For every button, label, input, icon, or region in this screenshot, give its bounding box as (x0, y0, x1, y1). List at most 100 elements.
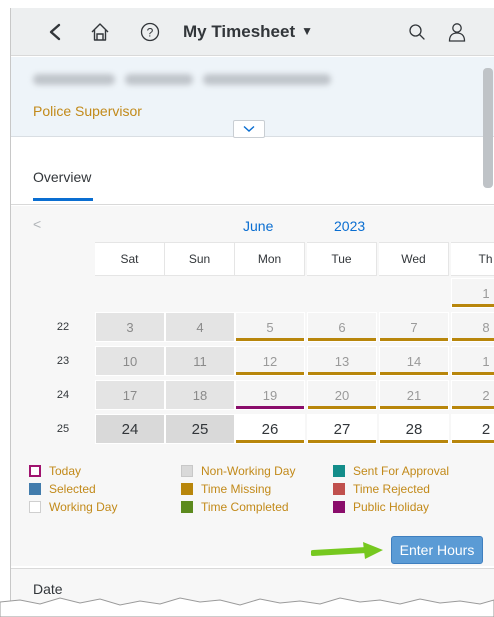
legend-sent-for-approval: Sent For Approval (333, 464, 449, 478)
calendar-day[interactable]: 11 (165, 346, 235, 376)
expand-header-button[interactable] (233, 120, 265, 138)
day-number: 12 (262, 353, 278, 369)
day-number: 1 (482, 285, 490, 301)
back-icon[interactable] (41, 8, 69, 56)
legend-working-day: Working Day (29, 500, 117, 514)
legend-label: Sent For Approval (353, 464, 450, 478)
legend-time-missing: Time Missing (181, 482, 271, 496)
calendar-day[interactable]: 8 (451, 312, 494, 342)
calendar-day-empty (235, 278, 305, 308)
working-day-swatch (29, 501, 41, 513)
calendar-day[interactable]: 27 (307, 414, 377, 444)
chevron-down-icon (243, 125, 255, 132)
legend-time-rejected: Time Rejected (333, 482, 430, 496)
caret-down-icon: ▼ (301, 24, 314, 38)
day-number: 8 (482, 319, 490, 335)
time-completed-swatch (181, 501, 193, 513)
day-number: 21 (406, 387, 422, 403)
calendar-day[interactable]: 4 (165, 312, 235, 342)
today-swatch (29, 465, 41, 477)
calendar-day[interactable]: 13 (307, 346, 377, 376)
time-missing-indicator (308, 338, 376, 341)
month-selector[interactable]: June (243, 218, 273, 234)
day-number: 19 (262, 387, 278, 403)
legend-label: Today (49, 464, 82, 478)
time-missing-indicator (380, 338, 448, 341)
legend-label: Time Completed (201, 500, 289, 514)
home-icon[interactable] (85, 8, 115, 56)
week-number: 22 (56, 321, 70, 333)
calendar-day[interactable]: 18 (165, 380, 235, 410)
time-missing-indicator (452, 304, 494, 307)
calendar-day-empty (307, 278, 377, 308)
day-number: 26 (261, 420, 279, 438)
weekday-header: Sat (95, 242, 165, 276)
torn-edge (0, 597, 494, 617)
help-icon[interactable]: ? (135, 8, 165, 56)
search-icon[interactable] (404, 8, 430, 56)
public-holiday-indicator (236, 406, 304, 409)
calendar-day[interactable]: 7 (379, 312, 449, 342)
time-missing-indicator (452, 372, 494, 375)
user-icon[interactable] (444, 8, 470, 56)
day-number: 7 (410, 319, 418, 335)
calendar-day[interactable]: 24 (95, 414, 165, 444)
tab-bar: Overview (11, 139, 494, 205)
calendar-day[interactable]: 3 (95, 312, 165, 342)
calendar-day[interactable]: 20 (307, 380, 377, 410)
calendar-day[interactable]: 26 (235, 414, 305, 444)
week-number: 25 (56, 423, 70, 435)
sent-for-approval-swatch (333, 465, 345, 477)
calendar-day[interactable]: 6 (307, 312, 377, 342)
day-number: 6 (338, 319, 346, 335)
calendar-day[interactable]: 25 (165, 414, 235, 444)
calendar-day[interactable]: 10 (95, 346, 165, 376)
enter-hours-button[interactable]: Enter Hours (391, 536, 483, 564)
calendar-day[interactable]: 21 (379, 380, 449, 410)
calendar-day[interactable]: 2 (451, 380, 494, 410)
week-number: 24 (56, 389, 70, 401)
calendar-day[interactable]: 19 (235, 380, 305, 410)
calendar-day[interactable]: 5 (235, 312, 305, 342)
shell-header: ? My Timesheet ▼ (11, 8, 494, 56)
legend-selected: Selected (29, 482, 96, 496)
weekday-header: Mon (235, 242, 305, 276)
time-missing-indicator (236, 338, 304, 341)
calendar-day[interactable]: 1 (451, 346, 494, 376)
calendar-day[interactable]: 14 (379, 346, 449, 376)
legend-public-holiday: Public Holiday (333, 500, 429, 514)
time-missing-indicator (380, 406, 448, 409)
tab-selected-indicator (33, 198, 93, 201)
legend-label: Time Missing (201, 482, 272, 496)
legend-label: Selected (49, 482, 96, 496)
scrollbar[interactable] (483, 68, 493, 188)
day-number: 27 (333, 420, 351, 438)
weekday-header: Sun (165, 242, 235, 276)
day-number: 3 (126, 319, 134, 335)
time-missing-indicator (452, 406, 494, 409)
calendar-day[interactable]: 2 (451, 414, 494, 444)
tab-overview[interactable]: Overview (33, 169, 91, 185)
legend-label: Non-Working Day (201, 464, 296, 478)
selected-swatch (29, 483, 41, 495)
calendar-day[interactable]: 12 (235, 346, 305, 376)
calendar-day[interactable]: 17 (95, 380, 165, 410)
time-missing-indicator (236, 372, 304, 375)
calendar-day[interactable]: 28 (379, 414, 449, 444)
prev-month-icon[interactable]: < (33, 216, 41, 232)
calendar-area: < June 2023 Sat Sun Mon Tue Wed Th 1 22 3 4 5 6 7 8 23… (11, 206, 494, 566)
year-selector[interactable]: 2023 (334, 218, 365, 234)
legend-label: Working Day (49, 500, 118, 514)
day-number: 28 (405, 420, 423, 438)
calendar-day[interactable]: 1 (451, 278, 494, 308)
app-title: My Timesheet (183, 22, 296, 41)
time-missing-indicator (452, 338, 494, 341)
time-missing-indicator (308, 440, 376, 443)
app-title-menu[interactable]: My Timesheet ▼ (183, 8, 313, 56)
employee-name-redacted (33, 70, 333, 88)
calendar-day-empty (95, 278, 165, 308)
day-number: 24 (121, 420, 139, 438)
day-number: 2 (482, 387, 490, 403)
day-number: 14 (406, 353, 422, 369)
app-frame: ? My Timesheet ▼ Police Supervisor Overvi… (10, 8, 494, 608)
